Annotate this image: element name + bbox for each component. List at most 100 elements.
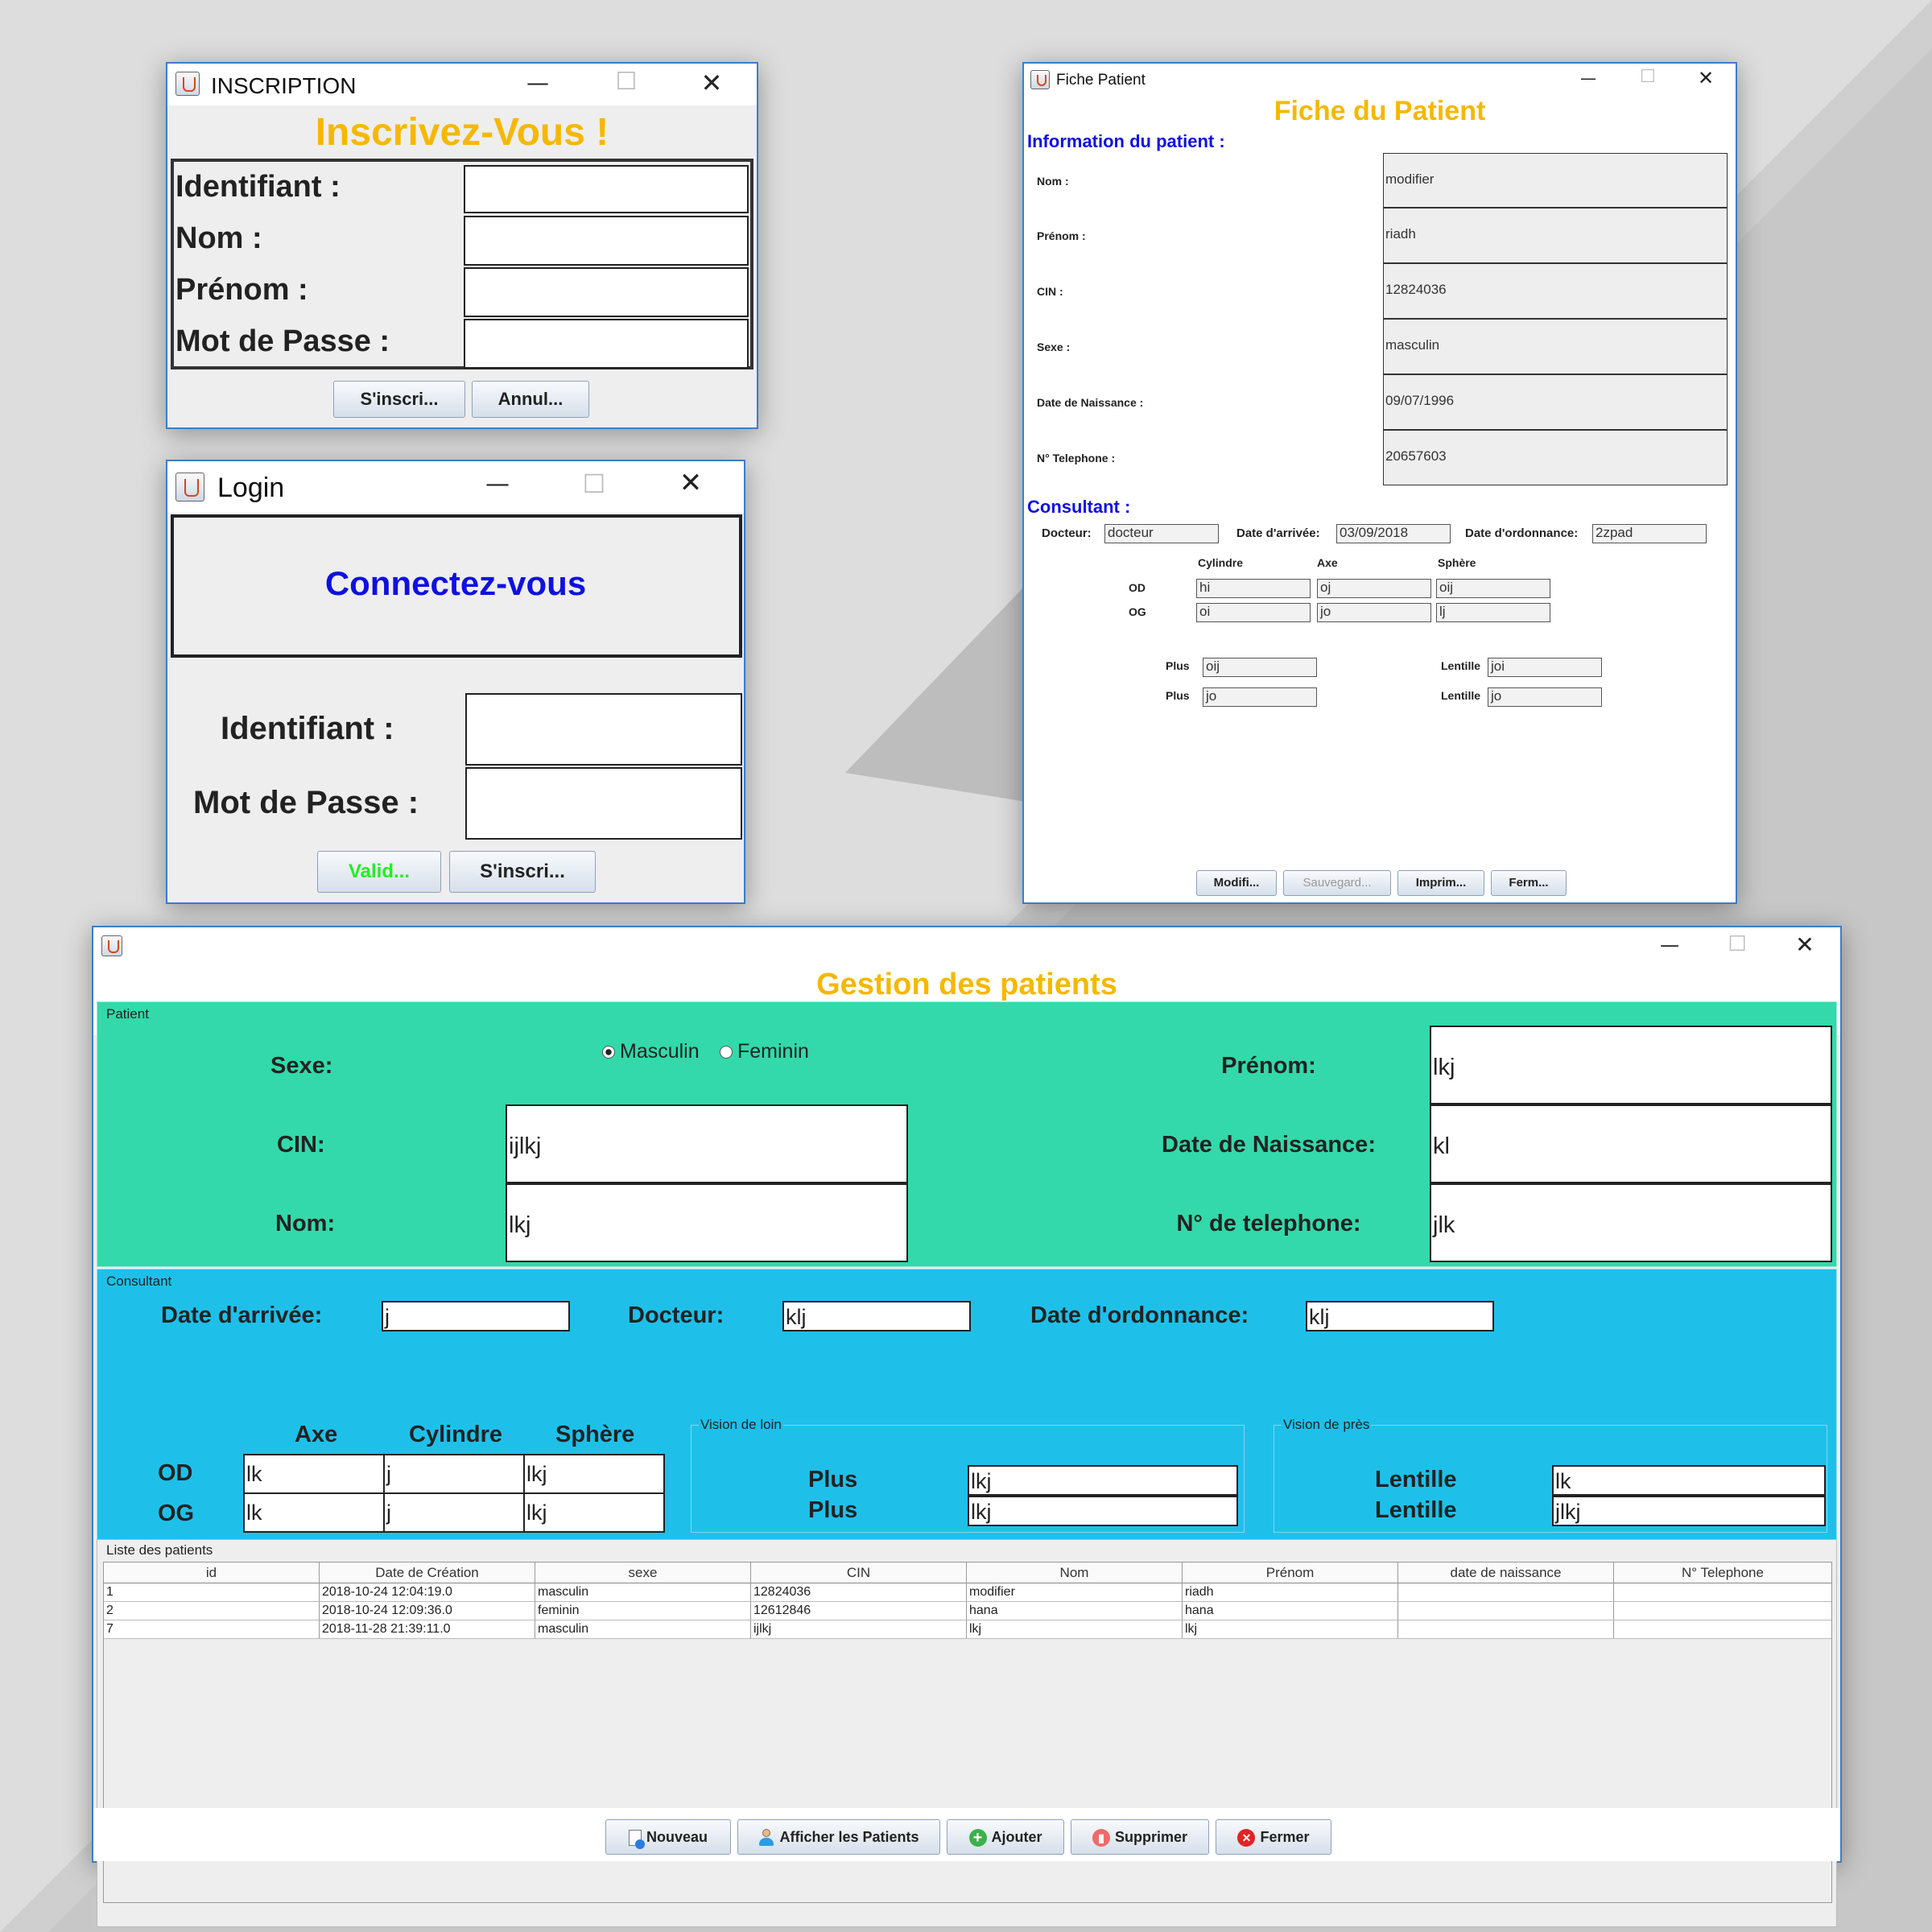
col-header-date-creation[interactable]: Date de Création: [320, 1563, 535, 1583]
close-icon[interactable]: ✕: [675, 469, 707, 497]
table-row[interactable]: 2 2018-10-24 12:09:36.0 feminin 12612846…: [104, 1602, 1831, 1620]
plus-input-2[interactable]: jo: [1203, 687, 1317, 707]
minimize-icon[interactable]: —: [1653, 935, 1686, 955]
title-bar: Login — ☐ ✕: [167, 461, 744, 513]
nom-input[interactable]: lkj: [506, 1183, 908, 1262]
cell-telephone: [1614, 1583, 1831, 1601]
title-bar: INSCRIPTION — ☐ ✕: [167, 64, 757, 105]
cell-cin: 12612846: [751, 1602, 967, 1620]
og-axe-input[interactable]: jo: [1317, 603, 1431, 622]
maximize-icon[interactable]: ☐: [1636, 68, 1660, 86]
cell-nom: lkj: [967, 1620, 1183, 1638]
date-arrivee-label: Date d'arrivée:: [161, 1302, 323, 1328]
col-header-prenom[interactable]: Prénom: [1183, 1563, 1398, 1583]
docteur-input[interactable]: docteur: [1104, 524, 1219, 543]
date-arrivee-input[interactable]: j: [382, 1301, 570, 1331]
maximize-icon[interactable]: ☐: [578, 471, 610, 497]
radio-unchecked-icon: [720, 1046, 733, 1059]
lentille-input-1[interactable]: joi: [1488, 658, 1602, 677]
od-axe-input[interactable]: lk: [243, 1454, 385, 1494]
fermer-button[interactable]: ✕ Fermer: [1216, 1819, 1331, 1855]
annuler-button[interactable]: Annul...: [472, 381, 589, 418]
telephone-input[interactable]: jlk: [1430, 1183, 1832, 1262]
radio-feminin[interactable]: Feminin: [720, 1040, 809, 1063]
cell-date-creation: 2018-10-24 12:04:19.0: [320, 1583, 535, 1601]
col-header-date-naissance[interactable]: date de naissance: [1398, 1563, 1614, 1583]
cell-id: 2: [104, 1602, 320, 1620]
minimize-icon[interactable]: —: [1576, 70, 1600, 86]
cell-date-naissance: [1398, 1620, 1614, 1638]
modifier-button[interactable]: Modifi...: [1196, 870, 1277, 896]
plus-input-2[interactable]: lkj: [968, 1496, 1238, 1526]
valider-button[interactable]: Valid...: [317, 851, 441, 893]
patient-group-title: Patient: [106, 1006, 149, 1022]
og-label: OG: [1129, 605, 1146, 618]
col-header-telephone[interactable]: N° Telephone: [1614, 1563, 1831, 1583]
lentille-input-1[interactable]: lk: [1552, 1465, 1826, 1496]
ajouter-label: Ajouter: [991, 1829, 1042, 1845]
nouveau-button[interactable]: Nouveau: [605, 1819, 731, 1855]
ajouter-button[interactable]: + Ajouter: [947, 1819, 1064, 1855]
sauvegarder-button[interactable]: Sauvegard...: [1283, 870, 1391, 896]
col-header-sexe[interactable]: sexe: [535, 1563, 751, 1583]
table-row[interactable]: 1 2018-10-24 12:04:19.0 masculin 1282403…: [104, 1583, 1831, 1602]
date-arrivee-input[interactable]: 03/09/2018: [1336, 524, 1451, 543]
mot-de-passe-input[interactable]: [465, 767, 742, 840]
col-header-id[interactable]: id: [104, 1563, 320, 1583]
cell-sexe: masculin: [535, 1583, 751, 1601]
cell-id: 1: [104, 1583, 320, 1601]
minimize-icon[interactable]: —: [522, 72, 554, 94]
table-row[interactable]: 7 2018-11-28 21:39:11.0 masculin ijlkj l…: [104, 1620, 1831, 1639]
od-axe-input[interactable]: oj: [1317, 579, 1431, 598]
lentille-input-2[interactable]: jlkj: [1552, 1496, 1826, 1526]
og-cylindre-input[interactable]: oi: [1196, 603, 1311, 622]
od-cylindre-input[interactable]: hi: [1196, 579, 1311, 598]
imprimer-button[interactable]: Imprim...: [1397, 870, 1484, 896]
cin-input[interactable]: ijlkj: [506, 1104, 908, 1183]
nom-input[interactable]: [464, 216, 749, 266]
close-icon[interactable]: ✕: [1789, 934, 1821, 956]
od-cylindre-input[interactable]: j: [383, 1454, 525, 1494]
identifiant-input[interactable]: [465, 693, 742, 766]
prenom-input[interactable]: lkj: [1430, 1026, 1832, 1104]
cell-date-creation: 2018-11-28 21:39:11.0: [320, 1620, 535, 1638]
od-sphere-input[interactable]: lkj: [523, 1454, 665, 1494]
og-cylindre-input[interactable]: j: [383, 1492, 525, 1533]
maximize-icon[interactable]: ☐: [610, 70, 642, 94]
afficher-patients-button[interactable]: Afficher les Patients: [737, 1819, 940, 1855]
col-header-nom[interactable]: Nom: [967, 1563, 1183, 1583]
date-naissance-input[interactable]: kl: [1430, 1104, 1832, 1183]
plus-input-1[interactable]: oij: [1203, 658, 1317, 677]
cin-field: 12824036: [1383, 263, 1728, 319]
od-sphere-input[interactable]: oij: [1436, 579, 1550, 598]
prenom-input[interactable]: [464, 267, 749, 317]
lentille-input-2[interactable]: jo: [1488, 687, 1602, 707]
telephone-label: N° de telephone:: [1176, 1211, 1361, 1236]
afficher-patients-label: Afficher les Patients: [779, 1829, 919, 1845]
og-axe-input[interactable]: lk: [243, 1492, 385, 1533]
date-ordonnance-input[interactable]: klj: [1306, 1301, 1494, 1331]
sinscrire-button[interactable]: S'inscri...: [449, 851, 596, 893]
radio-masculin[interactable]: Masculin: [602, 1040, 700, 1063]
og-sphere-input[interactable]: lj: [1436, 603, 1550, 622]
mot-de-passe-input[interactable]: [464, 319, 749, 369]
java-app-icon: [1030, 70, 1050, 89]
minimize-icon[interactable]: —: [481, 473, 514, 497]
og-sphere-input[interactable]: lkj: [523, 1492, 665, 1533]
sinscrire-button[interactable]: S'inscri...: [333, 381, 465, 418]
login-window: Login — ☐ ✕ Connectez-vous Identifiant :…: [166, 460, 745, 904]
col-header-cin[interactable]: CIN: [751, 1563, 967, 1583]
plus-input-1[interactable]: lkj: [968, 1465, 1238, 1496]
date-ordonnance-input[interactable]: 2zpad: [1592, 524, 1707, 543]
maximize-icon[interactable]: ☐: [1721, 934, 1753, 955]
close-icon[interactable]: ✕: [1694, 68, 1718, 88]
trash-icon: ▮: [1092, 1829, 1110, 1847]
close-icon[interactable]: ✕: [696, 70, 728, 96]
docteur-input[interactable]: klj: [782, 1301, 971, 1331]
fermer-button[interactable]: Ferm...: [1491, 870, 1567, 896]
table-header: id Date de Création sexe CIN Nom Prénom …: [104, 1563, 1831, 1583]
supprimer-button[interactable]: ▮ Supprimer: [1071, 1819, 1209, 1855]
identifiant-input[interactable]: [464, 165, 749, 213]
date-ordonnance-label: Date d'ordonnance:: [1030, 1302, 1249, 1328]
od-label: OD: [1129, 581, 1146, 594]
